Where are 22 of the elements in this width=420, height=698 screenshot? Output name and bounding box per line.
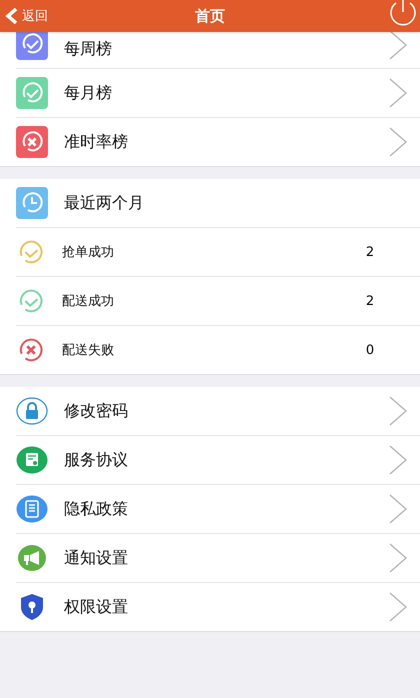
chevron-right-icon — [389, 494, 407, 524]
chevron-right-icon — [389, 592, 407, 622]
chevron-right-icon — [389, 32, 407, 60]
stat-row: 配送失败 0 — [16, 326, 420, 374]
stat-value: 0 — [364, 342, 376, 358]
chevron-left-icon — [5, 8, 19, 24]
page-title: 首页 — [195, 6, 225, 26]
megaphone-icon — [16, 542, 48, 574]
stat-value: 2 — [364, 244, 376, 260]
lock-icon — [16, 395, 48, 427]
stat-value: 2 — [364, 294, 376, 308]
chevron-right-icon — [389, 445, 407, 475]
back-button[interactable]: 返回 — [0, 6, 54, 26]
clock-icon — [16, 187, 48, 219]
certificate-icon — [16, 444, 48, 476]
chevron-right-icon — [389, 396, 407, 426]
chevron-right-icon — [389, 127, 407, 157]
settings-item[interactable]: 权限设置 — [16, 583, 420, 631]
ranking-item[interactable]: 准时率榜 — [16, 118, 420, 166]
chevron-right-icon — [389, 543, 407, 573]
chevron-right-icon — [389, 78, 407, 108]
document-icon — [16, 493, 48, 525]
